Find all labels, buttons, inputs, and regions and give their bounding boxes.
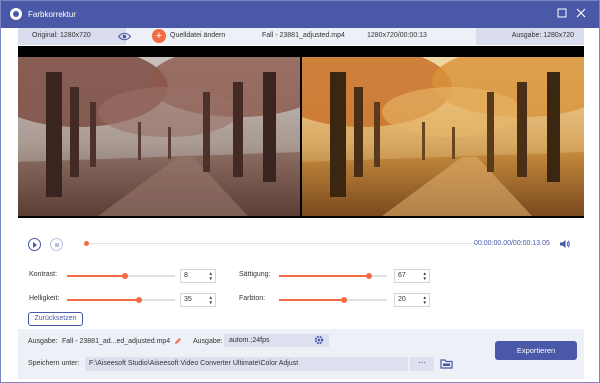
- contrast-value: 8: [184, 272, 188, 279]
- reset-button[interactable]: Zurücksetzen: [28, 312, 83, 326]
- output-panel: Ausgabe: Fall - 23881_ad...ed_adjusted.m…: [18, 329, 584, 379]
- output-resolution: Ausgabe: 1280x720: [476, 28, 584, 45]
- close-icon[interactable]: [575, 8, 587, 20]
- stepper-arrows-icon[interactable]: ▲ ▼: [209, 295, 213, 305]
- save-path-value: F:\Aiseesoft Studio\Aiseesoft Video Conv…: [89, 360, 299, 367]
- output-format-value: autom.;24fps: [229, 337, 270, 344]
- play-button[interactable]: [28, 238, 41, 251]
- timecode: 00:00:00.00/00:00:13.05: [474, 240, 550, 247]
- add-source-button[interactable]: +: [152, 29, 166, 43]
- stepper-arrows-icon[interactable]: ▲ ▼: [423, 271, 427, 281]
- stepper-arrows-icon[interactable]: ▲ ▼: [423, 295, 427, 305]
- hue-label: Farbton:: [239, 295, 266, 302]
- eye-icon[interactable]: [117, 32, 132, 43]
- brightness-value: 35: [184, 296, 192, 303]
- save-to-label: Speichern unter:: [28, 360, 80, 367]
- file-name: Fall - 23881_adjusted.mp4: [262, 32, 345, 39]
- app-logo-icon: [10, 8, 22, 20]
- volume-icon[interactable]: [559, 239, 570, 251]
- minimize-icon[interactable]: [556, 8, 568, 20]
- save-path-field[interactable]: F:\Aiseesoft Studio\Aiseesoft Video Conv…: [85, 357, 408, 371]
- brightness-stepper[interactable]: 35 ▲ ▼: [180, 293, 216, 307]
- output-file-name: Fall - 23881_ad...ed_adjusted.mp4: [62, 338, 171, 345]
- output-format-label: Ausgabe:: [193, 338, 223, 345]
- video-preview: [18, 46, 584, 218]
- original-resolution: Original: 1280x720: [18, 28, 126, 45]
- file-meta: 1280x720/00:00:13: [367, 32, 427, 39]
- export-button[interactable]: Exportieren: [495, 341, 577, 360]
- window-title: Farbkorrektur: [28, 10, 77, 19]
- progress-handle[interactable]: [84, 241, 89, 246]
- contrast-label: Kontrast:: [29, 271, 58, 278]
- hue-value: 20: [398, 296, 406, 303]
- stop-button[interactable]: [50, 238, 63, 251]
- playback-controls: 00:00:00.00/00:00:13.05: [18, 233, 584, 255]
- contrast-stepper[interactable]: 8 ▲ ▼: [180, 269, 216, 283]
- browse-button[interactable]: ···: [410, 357, 434, 371]
- output-file-label: Ausgabe:: [28, 338, 58, 345]
- brightness-slider[interactable]: [67, 296, 175, 303]
- original-preview-image: [18, 57, 300, 216]
- saturation-slider[interactable]: [279, 272, 387, 279]
- saturation-value: 67: [398, 272, 406, 279]
- gear-icon[interactable]: [314, 335, 324, 347]
- title-bar: Farbkorrektur: [1, 1, 599, 28]
- saturation-stepper[interactable]: 67 ▲ ▼: [394, 269, 430, 283]
- saturation-label: Sättigung:: [239, 271, 271, 278]
- folder-icon[interactable]: [440, 358, 453, 371]
- brightness-label: Helligkeit:: [29, 295, 60, 302]
- hue-stepper[interactable]: 20 ▲ ▼: [394, 293, 430, 307]
- add-source-label[interactable]: Quelldatei ändern: [170, 32, 225, 39]
- output-label: Ausgabe: 1280x720: [511, 32, 574, 39]
- progress-track[interactable]: [86, 243, 476, 244]
- contrast-slider[interactable]: [67, 272, 175, 279]
- original-label: Original: 1280x720: [32, 32, 91, 39]
- color-correction-window: Farbkorrektur Original: 1280x720 + Quell…: [0, 0, 600, 383]
- hue-slider[interactable]: [279, 296, 387, 303]
- edit-pencil-icon[interactable]: [174, 337, 182, 347]
- adjusted-preview-image: [302, 57, 584, 216]
- info-bar: Original: 1280x720 + Quelldatei ändern F…: [18, 28, 584, 45]
- stepper-arrows-icon[interactable]: ▲ ▼: [209, 271, 213, 281]
